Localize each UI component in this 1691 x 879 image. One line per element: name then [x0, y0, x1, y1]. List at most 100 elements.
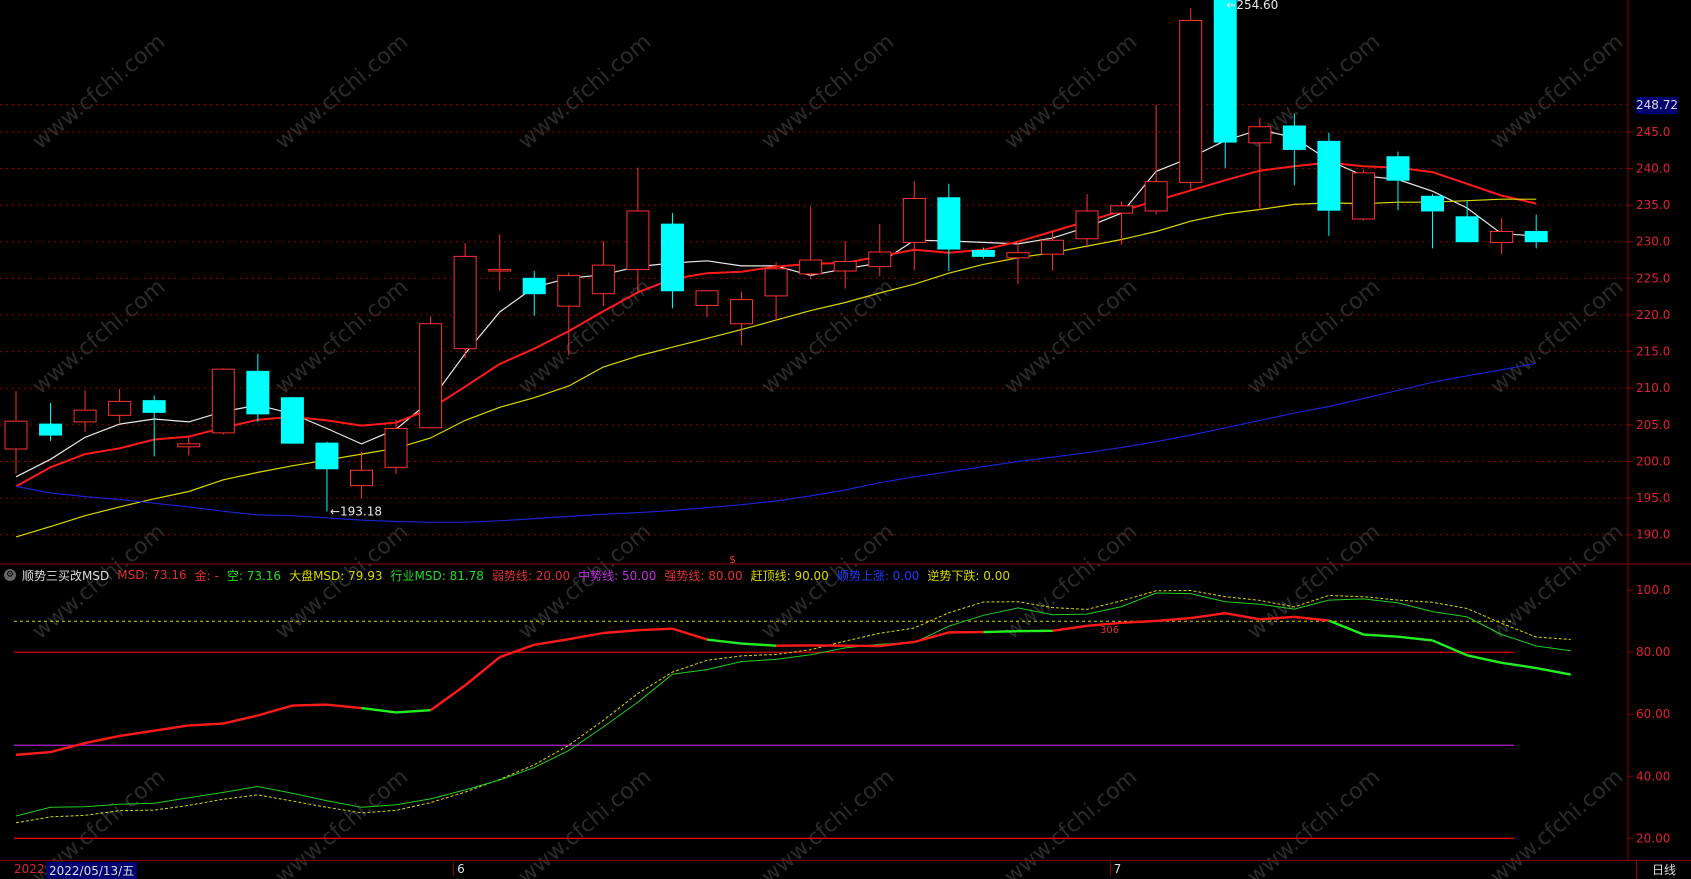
- time-axis-bar[interactable]: 2022 2022/05/13/五 6 7 日线: [0, 860, 1691, 879]
- candle[interactable]: [937, 183, 961, 272]
- candle-body: [280, 397, 304, 444]
- candle[interactable]: [591, 240, 615, 307]
- y-tick-label: 225.0: [1636, 271, 1670, 285]
- candle[interactable]: [764, 262, 788, 321]
- candle[interactable]: [1317, 132, 1341, 236]
- msd-segment: [672, 627, 708, 641]
- candle[interactable]: [419, 316, 443, 429]
- candle[interactable]: [522, 271, 546, 316]
- candle[interactable]: [1524, 214, 1548, 249]
- candle[interactable]: [1144, 104, 1168, 215]
- candle-body: [833, 260, 857, 272]
- msd-segment: [429, 684, 466, 712]
- candle-body: [522, 277, 546, 295]
- msd-segment: [1294, 615, 1330, 622]
- candle-body: [1179, 20, 1203, 183]
- candle-body: [4, 420, 28, 450]
- candle[interactable]: [799, 206, 823, 280]
- candle-body: [453, 255, 477, 350]
- candle-body: [488, 269, 512, 272]
- candle[interactable]: [453, 243, 477, 359]
- y-tick-label: 205.0: [1636, 418, 1670, 432]
- indicator-legend-item: 行业MSD: 81.78: [390, 568, 484, 583]
- candle[interactable]: [211, 368, 235, 435]
- msd-segment: [15, 750, 51, 757]
- candle-body: [108, 400, 132, 416]
- candle[interactable]: [73, 390, 97, 433]
- indicator-tick-label: 40.00: [1636, 769, 1670, 783]
- candle-body: [557, 274, 581, 307]
- candle-body: [1282, 125, 1306, 150]
- candle[interactable]: [315, 441, 339, 512]
- indicator-tick-label: 100.0: [1636, 583, 1670, 597]
- candle[interactable]: [39, 402, 63, 441]
- candle-body: [1455, 216, 1479, 243]
- msd-marker-label: 306: [1100, 625, 1119, 636]
- y-tick-label: 195.0: [1636, 491, 1670, 505]
- candle-body: [730, 299, 754, 325]
- y-tick-label: 235.0: [1636, 198, 1670, 212]
- watermark-text: www.cfchi.com: [757, 29, 899, 154]
- msd-segment: [1190, 611, 1226, 620]
- candle[interactable]: [488, 234, 512, 291]
- candle[interactable]: [833, 240, 857, 289]
- watermark-text: www.cfchi.com: [1486, 29, 1628, 154]
- candle[interactable]: [108, 388, 132, 423]
- month-label: 7: [1109, 862, 1121, 876]
- msd-segment: [1501, 661, 1537, 670]
- signal-marker: $: [729, 553, 736, 566]
- candle[interactable]: [1213, 0, 1237, 168]
- indicator-name[interactable]: 顺势三买改MSD: [22, 567, 109, 584]
- price-axis: 190.0 195.0 200.0 205.0 210.0 215.0 220.0 225.0…: [1628, 125, 1670, 542]
- candle[interactable]: [246, 353, 270, 422]
- candle[interactable]: [730, 291, 754, 345]
- candle[interactable]: [971, 247, 995, 259]
- candle[interactable]: [1421, 194, 1445, 249]
- msd-segment: [292, 703, 327, 707]
- candle-body: [799, 259, 823, 275]
- candle[interactable]: [384, 419, 408, 474]
- stock-chart[interactable]: www.cfchi.com www.cfchi.com www.cfchi.com w…: [0, 0, 1691, 879]
- msd-segment: [326, 703, 362, 710]
- candle-body: [350, 469, 373, 487]
- indicator-axis: 20.00 40.00 60.00 80.00 100.0: [1628, 583, 1670, 845]
- candle[interactable]: [1041, 231, 1064, 271]
- high-price-label: ←254.60: [1226, 0, 1278, 12]
- candle[interactable]: [1006, 243, 1030, 285]
- candle[interactable]: [1179, 8, 1203, 192]
- candle-body: [1490, 230, 1514, 243]
- candle[interactable]: [350, 451, 373, 499]
- msd-segment: [1397, 635, 1433, 642]
- candle[interactable]: [142, 395, 166, 457]
- candle[interactable]: [1386, 151, 1410, 211]
- candle[interactable]: [660, 213, 684, 309]
- indicator-legend-item: MSD: 73.16: [117, 568, 187, 582]
- watermark-text: www.cfchi.com: [28, 29, 170, 154]
- candle[interactable]: [1455, 200, 1479, 243]
- msd-segment: [154, 724, 189, 732]
- msd-segment: [395, 709, 431, 714]
- candle[interactable]: [695, 290, 719, 318]
- candle[interactable]: [1075, 194, 1099, 248]
- msd-segment: [741, 642, 777, 647]
- candle[interactable]: [868, 224, 892, 277]
- candle[interactable]: [1248, 117, 1272, 211]
- msd-segment: [257, 704, 293, 717]
- candle-body: [626, 210, 650, 271]
- watermark-text: www.cfchi.com: [1000, 29, 1142, 154]
- period-label[interactable]: 日线: [1636, 861, 1691, 879]
- candle-body: [1351, 172, 1375, 220]
- candle[interactable]: [626, 167, 650, 294]
- candle[interactable]: [1351, 169, 1375, 221]
- candle[interactable]: [280, 396, 304, 444]
- settings-icon[interactable]: ⚙: [4, 569, 16, 581]
- candle[interactable]: [177, 437, 201, 456]
- candle[interactable]: [1490, 218, 1514, 255]
- candle-body: [177, 443, 201, 448]
- candle[interactable]: [4, 391, 28, 474]
- msd-segment: [361, 706, 397, 714]
- candle-body: [695, 290, 719, 306]
- candle-body: [868, 251, 892, 268]
- candle-body: [902, 197, 926, 243]
- candle[interactable]: [902, 180, 926, 271]
